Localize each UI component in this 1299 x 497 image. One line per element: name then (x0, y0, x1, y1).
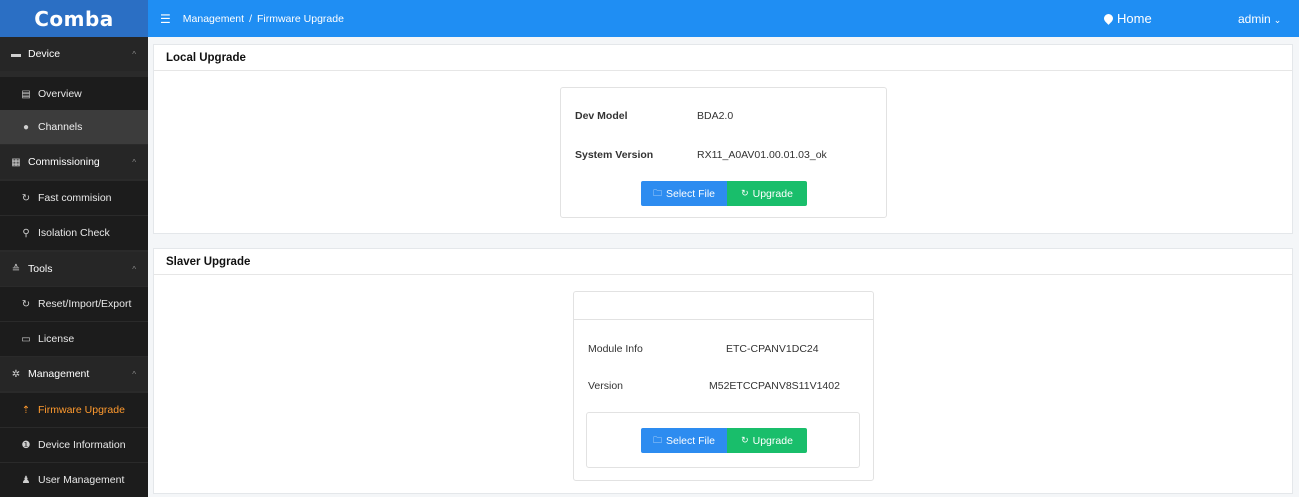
card-header-divider (574, 319, 873, 320)
system-version-value: RX11_A0AV01.00.01.03_ok (697, 149, 827, 161)
chevron-up-icon: ^ (132, 157, 136, 167)
refresh-icon: ↻ (741, 188, 749, 198)
folder-icon: 🗀 (652, 187, 662, 198)
refresh-icon: ↻ (21, 192, 31, 204)
location-pin-icon (1102, 12, 1115, 25)
sidebar-group-tools[interactable]: ≙ Tools ^ (0, 252, 148, 286)
home-link[interactable]: Home (1102, 11, 1152, 26)
chevron-up-icon: ^ (132, 369, 136, 379)
refresh-icon: ↻ (21, 298, 31, 310)
user-name: admin (1238, 11, 1271, 26)
local-upgrade-card: Dev Model BDA2.0 System Version RX11_A0A… (560, 87, 887, 218)
sidebar-item-label: License (38, 333, 75, 345)
monitor-icon: ▬ (11, 48, 21, 60)
upload-icon: ⇡ (21, 404, 31, 416)
sidebar-item-device-information[interactable]: ❶ Device Information (0, 428, 148, 462)
menu-toggle-icon[interactable]: ☰ (160, 12, 171, 26)
slaver-upgrade-card: Module Info ETC-CPANV1DC24 Version M52ET… (573, 291, 874, 481)
breadcrumb-item-management[interactable]: Management (183, 13, 244, 25)
slaver-button-group: 🗀 Select File ↻ Upgrade (586, 412, 860, 468)
sidebar-item-label: Channels (38, 121, 83, 133)
local-upgrade-panel: Local Upgrade Dev Model BDA2.0 System Ve… (153, 44, 1293, 234)
breadcrumb-item-current: Firmware Upgrade (256, 12, 344, 25)
chevron-up-icon: ^ (132, 49, 136, 59)
sidebar-item-label: Reset/Import/Export (38, 298, 132, 310)
panel-title: Slaver Upgrade (154, 249, 1292, 275)
sidebar-item-channels[interactable]: ● Channels (0, 110, 148, 144)
sidebar-item-label: User Management (38, 474, 125, 486)
select-file-button[interactable]: 🗀 Select File (641, 181, 727, 206)
upgrade-label: Upgrade (752, 434, 793, 447)
upgrade-button[interactable]: ↻ Upgrade (727, 181, 807, 206)
folder-icon: 🗀 (652, 434, 662, 445)
sidebar-group-label: Device (28, 48, 61, 60)
sidebar-item-firmware-upgrade[interactable]: ⇡ Firmware Upgrade (0, 393, 148, 427)
sidebar-item-label: Device Information (38, 439, 126, 451)
sidebar-item-reset-import-export[interactable]: ↻ Reset/Import/Export (0, 287, 148, 321)
sidebar-item-label: Isolation Check (38, 227, 110, 239)
shield-icon: ● (22, 121, 30, 133)
sidebar-item-label: Firmware Upgrade (38, 404, 125, 416)
info-icon: ❶ (21, 439, 31, 451)
logo[interactable]: Comba (0, 0, 148, 37)
sidebar-group-commissioning[interactable]: ▦ Commissioning ^ (0, 145, 148, 179)
sidebar-group-label: Tools (28, 263, 53, 275)
sidebar-item-overview[interactable]: ▤ Overview (0, 77, 148, 111)
gear-icon: ✲ (11, 368, 21, 380)
tools-icon: ≙ (11, 263, 21, 275)
user-icon: ♟ (21, 474, 31, 486)
sidebar-group-label: Commissioning (28, 156, 100, 168)
slaver-upgrade-panel: Slaver Upgrade Module Info ETC-CPANV1DC2… (153, 248, 1293, 494)
grid-icon: ▦ (11, 156, 21, 168)
sidebar-item-license[interactable]: ▭ License (0, 322, 148, 356)
version-value: M52ETCCPANV8S11V1402 (709, 380, 840, 392)
upgrade-label: Upgrade (752, 187, 793, 200)
version-label: Version (588, 380, 624, 392)
search-icon: ⚲ (22, 227, 30, 239)
select-file-button[interactable]: 🗀 Select File (641, 428, 727, 453)
sidebar-item-isolation-check[interactable]: ⚲ Isolation Check (0, 216, 148, 250)
chevron-up-icon: ^ (132, 264, 136, 274)
license-icon: ▭ (21, 333, 31, 345)
refresh-icon: ↻ (741, 435, 749, 445)
home-label: Home (1117, 11, 1152, 26)
logo-text: Comba (34, 6, 114, 31)
sidebar-group-device[interactable]: ▬ Device ^ (0, 37, 148, 71)
sidebar-group-management[interactable]: ✲ Management ^ (0, 357, 148, 391)
chevron-down-icon: ⌄ (1273, 14, 1282, 25)
dev-model-label: Dev Model (575, 110, 628, 122)
select-file-label: Select File (665, 187, 716, 200)
upgrade-button[interactable]: ↻ Upgrade (727, 428, 807, 453)
sidebar: Comba ▬ Device ^ ▤ Overview ● Channels ▦… (0, 0, 148, 497)
breadcrumb: Management / Firmware Upgrade (183, 13, 344, 25)
system-version-label: System Version (575, 149, 654, 161)
top-header: ☰ Management / Firmware Upgrade Home admin… (148, 0, 1299, 37)
module-info-value: ETC-CPANV1DC24 (726, 343, 819, 355)
breadcrumb-separator: / (249, 12, 252, 25)
sidebar-item-label: Fast commision (38, 192, 112, 204)
select-file-label: Select File (665, 434, 716, 447)
dev-model-value: BDA2.0 (697, 110, 734, 122)
user-menu[interactable]: admin ⌄ (1238, 12, 1281, 26)
sidebar-item-fast-commision[interactable]: ↻ Fast commision (0, 181, 148, 215)
panel-title: Local Upgrade (154, 45, 1292, 71)
sidebar-group-label: Management (28, 368, 90, 380)
sidebar-item-user-management[interactable]: ♟ User Management (0, 463, 148, 497)
module-info-label: Module Info (588, 343, 643, 355)
document-icon: ▤ (21, 88, 31, 100)
sidebar-item-label: Overview (38, 88, 82, 100)
